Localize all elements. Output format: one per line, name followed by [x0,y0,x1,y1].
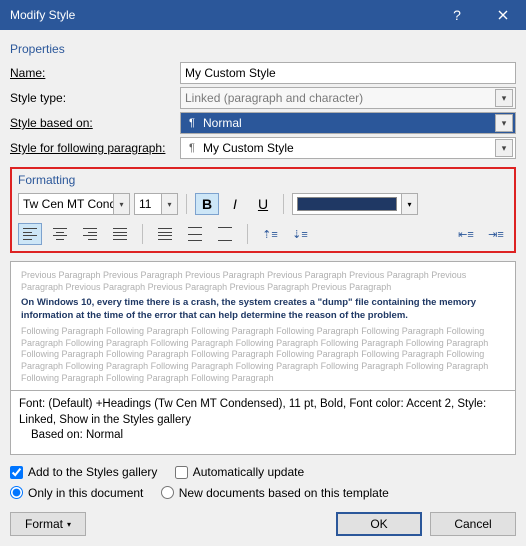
styletype-label: Style type: [10,91,172,105]
preview-pane: Previous Paragraph Previous Paragraph Pr… [10,261,516,391]
align-right-button[interactable] [78,223,102,245]
separator [142,224,143,244]
ok-button[interactable]: OK [336,512,422,536]
chevron-down-icon: ▾ [495,89,513,107]
spacing-medium-icon [188,227,202,241]
space-before-increase-button[interactable]: ⇡≡ [258,223,282,245]
chevron-down-icon: ▾ [495,114,513,132]
font-color-combo[interactable]: ▾ [292,193,418,215]
paragraph-icon: ¶ [185,142,199,154]
desc-line1: Font: (Default) +Headings (Tw Cen MT Con… [19,397,507,428]
titlebar: Modify Style ? [0,0,526,30]
preview-sample-text: On Windows 10, every time there is a cra… [21,297,505,322]
line-spacing-1_5-button[interactable] [183,223,207,245]
align-justify-icon [113,228,127,240]
line-spacing-2-button[interactable] [213,223,237,245]
formatting-section: Formatting Tw Cen MT Condensed ▾ 11 ▾ B … [10,167,516,253]
window-title: Modify Style [10,8,434,22]
chevron-down-icon: ▾ [113,194,129,214]
space-before-decrease-button[interactable]: ⇣≡ [288,223,312,245]
style-description: Font: (Default) +Headings (Tw Cen MT Con… [10,391,516,455]
format-menu-button[interactable]: Format ▾ [10,512,86,536]
italic-button[interactable]: I [223,193,247,215]
following-label: Style for following paragraph: [10,141,172,155]
chevron-down-icon: ▾ [401,194,417,214]
auto-update-checkbox[interactable]: Automatically update [175,465,304,479]
new-docs-radio[interactable]: New documents based on this template [161,486,389,500]
spacing-tight-icon [158,228,172,240]
align-center-icon [53,228,67,240]
separator [247,224,248,244]
name-input[interactable] [180,62,516,84]
basedon-label: Style based on: [10,116,172,130]
paragraph-icon: ¶ [185,117,199,129]
close-icon [498,10,508,20]
separator [186,194,187,214]
name-label: Name: [10,66,172,80]
preview-prev-para: Previous Paragraph Previous Paragraph Pr… [21,270,505,293]
align-center-button[interactable] [48,223,72,245]
following-combo[interactable]: ¶ My Custom Style ▾ [180,137,516,159]
align-right-icon [83,228,97,240]
para-space-up-icon: ⇡≡ [262,228,278,241]
desc-line2: Based on: Normal [19,428,507,444]
para-space-down-icon: ⇣≡ [292,228,308,241]
underline-button[interactable]: U [251,193,275,215]
indent-right-icon: ⇥≡ [488,228,504,241]
help-button[interactable]: ? [434,0,480,30]
cancel-button[interactable]: Cancel [430,512,516,536]
align-justify-button[interactable] [108,223,132,245]
spacing-loose-icon [218,227,232,241]
decrease-indent-button[interactable]: ⇤≡ [454,223,478,245]
line-spacing-1-button[interactable] [153,223,177,245]
font-size-combo[interactable]: 11 ▾ [134,193,178,215]
color-swatch [297,197,397,211]
only-this-doc-radio[interactable]: Only in this document [10,486,143,500]
basedon-combo[interactable]: ¶ Normal ▾ [180,112,516,134]
styletype-combo[interactable]: Linked (paragraph and character) ▾ [180,87,516,109]
align-left-button[interactable] [18,223,42,245]
formatting-heading: Formatting [18,173,508,187]
chevron-down-icon: ▾ [67,520,71,529]
font-name-combo[interactable]: Tw Cen MT Condensed ▾ [18,193,130,215]
chevron-down-icon: ▾ [161,194,177,214]
align-left-icon [23,228,37,240]
properties-heading: Properties [10,42,516,56]
bold-button[interactable]: B [195,193,219,215]
separator [283,194,284,214]
increase-indent-button[interactable]: ⇥≡ [484,223,508,245]
add-to-gallery-checkbox[interactable]: Add to the Styles gallery [10,465,157,479]
chevron-down-icon: ▾ [495,139,513,157]
close-button[interactable] [480,0,526,30]
preview-next-para: Following Paragraph Following Paragraph … [21,326,505,384]
indent-left-icon: ⇤≡ [458,228,474,241]
